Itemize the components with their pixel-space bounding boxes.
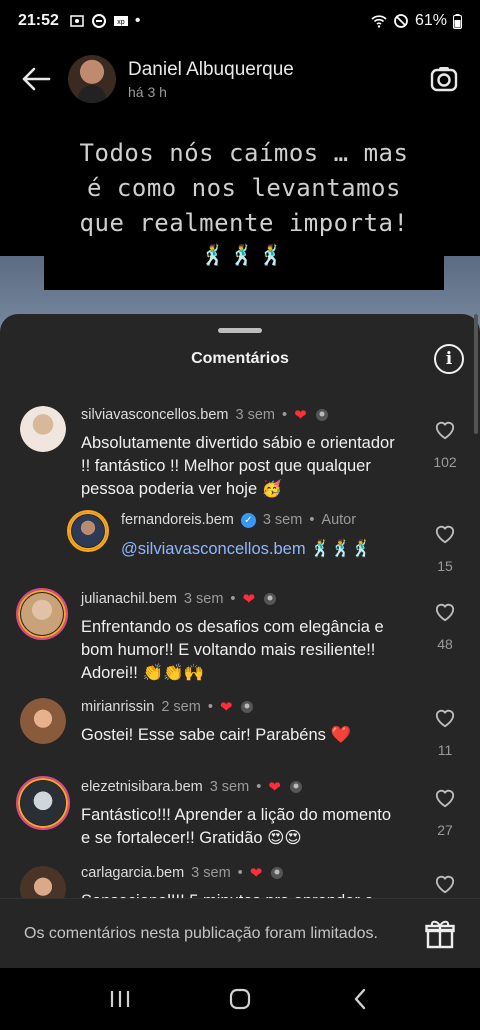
heart-outline-icon (435, 709, 455, 728)
arrow-left-icon (22, 67, 51, 91)
comment-text: Fantástico!!! Aprender a lição do moment… (81, 806, 392, 847)
heart-filled-icon: ❤ (268, 779, 281, 796)
comment-text: Gostei! Esse sabe cair! Parabéns ❤️ (81, 726, 352, 744)
author-name[interactable]: Daniel Albuquerque (128, 59, 294, 81)
info-button[interactable]: i (434, 344, 464, 374)
heart-outline-icon (435, 603, 455, 622)
like-button[interactable] (430, 874, 460, 899)
comment-username[interactable]: carlagarcia.bem (81, 865, 184, 881)
status-bar: 21:52 xp • 61% (0, 0, 480, 42)
heart-outline-icon (435, 421, 455, 440)
system-back-button[interactable] (340, 979, 380, 1019)
info-icon: i (445, 349, 453, 369)
comment-text: Absolutamente divertido sábio e orientad… (81, 434, 395, 498)
comment-time: 2 sem (161, 699, 201, 715)
mention-link[interactable]: @silviavasconcellos.bem (121, 540, 306, 558)
commenter-avatar[interactable] (67, 510, 109, 552)
comments-list[interactable]: silviavasconcellos.bem 3 sem • ❤ Absolut… (0, 394, 480, 904)
system-nav-bar (0, 968, 480, 1030)
story-text-box: Todos nós caímos … mas é como nos levant… (44, 118, 444, 290)
commenter-avatar[interactable] (20, 406, 66, 452)
heart-outline-icon (435, 789, 455, 808)
camera-button[interactable] (426, 61, 462, 97)
like-button[interactable] (430, 420, 460, 445)
like-count: 102 (433, 454, 457, 470)
heart-filled-icon: ❤ (294, 407, 307, 424)
like-button[interactable] (430, 788, 460, 813)
story-emoji: 🕺🕺🕺 (200, 245, 288, 267)
like-button[interactable] (430, 602, 460, 627)
comment-time: 3 sem (209, 779, 250, 795)
screenshot-icon (70, 15, 84, 27)
comment-time: 3 sem (183, 591, 224, 607)
heart-filled-icon: ❤ (249, 865, 263, 882)
author-avatar[interactable] (68, 55, 116, 103)
author-liked-icon (241, 701, 254, 713)
commenter-avatar[interactable] (16, 776, 70, 830)
camera-icon (430, 67, 458, 92)
commenter-avatar[interactable] (16, 588, 68, 640)
author-liked-icon (315, 409, 328, 421)
heart-outline-icon (435, 875, 455, 894)
battery-percent: 61% (414, 12, 447, 29)
back-button[interactable] (18, 61, 54, 97)
author-liked-icon (289, 781, 302, 793)
back-chevron-icon (354, 988, 366, 1010)
heart-outline-icon (435, 525, 455, 544)
like-button[interactable] (430, 524, 460, 549)
commenter-avatar[interactable] (20, 698, 66, 744)
heart-filled-icon: ❤ (242, 591, 256, 608)
gift-button[interactable] (424, 918, 456, 950)
comment-time: 3 sem (262, 512, 303, 528)
recent-apps-button[interactable] (100, 979, 140, 1019)
comment-text: 🕺🕺🕺 (305, 540, 372, 558)
post-time: há 3 h (128, 83, 167, 100)
home-icon (229, 988, 251, 1010)
post-header: Daniel Albuquerque há 3 h (0, 42, 480, 116)
author-label: Autor (321, 512, 357, 528)
author-liked-icon (271, 867, 284, 879)
like-count: 11 (437, 742, 453, 758)
comments-limited-bar: Os comentários nesta publicação foram li… (0, 898, 480, 968)
like-count: 15 (437, 558, 453, 574)
dnd-icon (394, 14, 408, 28)
app-icon (91, 14, 106, 28)
like-button[interactable] (430, 708, 460, 733)
svg-text:xp: xp (117, 19, 125, 26)
comment-time: 3 sem (191, 865, 231, 881)
recent-apps-icon (110, 991, 130, 1007)
comment-time: 3 sem (235, 407, 275, 423)
dot-icon: • (134, 12, 141, 29)
comment-username[interactable]: mirianrissin (81, 699, 154, 715)
wifi-icon (371, 15, 387, 28)
battery-icon (453, 13, 462, 29)
comment-username[interactable]: elezetnisibara.bem (81, 779, 203, 795)
like-count: 48 (437, 636, 453, 652)
comment-username[interactable]: julianachil.bem (81, 591, 177, 607)
comment-username[interactable]: silviavasconcellos.bem (81, 407, 228, 423)
comment-text: Enfrentando os desafios com elegância e … (81, 618, 384, 682)
drag-handle[interactable] (218, 328, 262, 333)
comments-limited-text: Os comentários nesta publicação foram li… (24, 924, 378, 942)
like-count: 27 (437, 822, 453, 838)
comments-sheet: Comentários i silviavasconcellos.bem 3 s… (0, 314, 480, 968)
gift-icon (425, 920, 455, 948)
xp-icon: xp (113, 16, 128, 26)
sheet-title: Comentários (191, 350, 289, 367)
heart-filled-icon: ❤ (219, 699, 233, 716)
author-liked-icon (264, 593, 277, 605)
verified-badge-icon: ✓ (240, 512, 256, 528)
status-time: 21:52 (18, 12, 59, 29)
comment-username[interactable]: fernandoreis.bem (121, 512, 234, 528)
home-button[interactable] (220, 979, 260, 1019)
story-text: Todos nós caímos … mas é como nos levant… (79, 139, 409, 237)
